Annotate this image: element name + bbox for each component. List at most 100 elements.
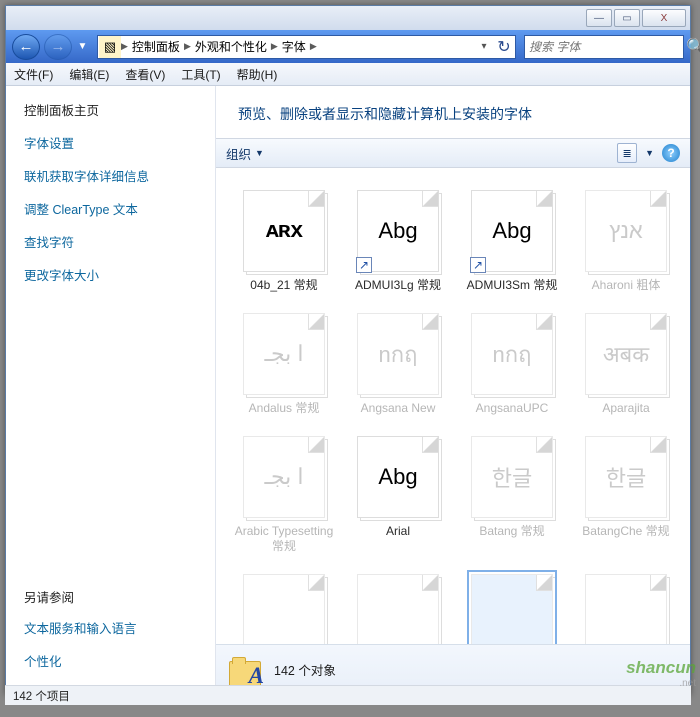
font-name: Aharoni 粗体 <box>592 278 661 293</box>
sidebar-item-personalization[interactable]: 个性化 <box>24 651 215 670</box>
explorer-window: — ▭ X ← → ▼ ▧ ▶ 控制面板 ▶ 外观和个性化 ▶ 字体 ▶ ▾ ↻… <box>5 5 691 695</box>
font-item[interactable] <box>230 574 338 644</box>
search-icon[interactable]: 🔍 <box>686 37 700 57</box>
font-thumbnail <box>243 574 325 644</box>
back-button[interactable]: ← <box>12 34 40 60</box>
shortcut-overlay-icon: ↗ <box>356 257 372 273</box>
font-name: ADMUI3Lg 常规 <box>355 278 441 293</box>
font-item[interactable]: 한글Batang 常规 <box>458 436 566 554</box>
chevron-right-icon[interactable]: ▶ <box>184 41 191 52</box>
search-input[interactable] <box>529 40 686 54</box>
minimize-button[interactable]: — <box>586 9 612 27</box>
shortcut-overlay-icon: ↗ <box>470 257 486 273</box>
organize-label: 组织 <box>226 144 251 163</box>
breadcrumb[interactable]: 字体 <box>278 38 310 55</box>
menu-help[interactable]: 帮助(H) <box>237 66 278 83</box>
main-pane: 预览、删除或者显示和隐藏计算机上安装的字体 组织 ▼ ≣ ▼ ? ᴀʀx 04b_… <box>216 86 690 694</box>
sidebar: 控制面板主页 字体设置 联机获取字体详细信息 调整 ClearType 文本 查… <box>6 86 216 694</box>
breadcrumb[interactable]: 外观和个性化 <box>191 38 271 55</box>
sidebar-item-find-char[interactable]: 查找字符 <box>24 232 215 251</box>
font-name: BatangChe 常规 <box>582 524 669 539</box>
chevron-right-icon[interactable]: ▶ <box>310 41 317 52</box>
font-item[interactable] <box>572 574 680 644</box>
font-name: Arabic Typesetting 常规 <box>234 524 334 554</box>
font-item[interactable]: nกฤ AngsanaUPC <box>458 313 566 416</box>
titlebar[interactable]: — ▭ X <box>6 6 690 30</box>
font-thumbnail <box>585 574 667 644</box>
sidebar-item-text-services[interactable]: 文本服务和输入语言 <box>24 618 215 637</box>
search-box[interactable]: 🔍 <box>524 35 684 59</box>
font-thumbnail: 한글 <box>585 436 667 518</box>
chevron-right-icon[interactable]: ▶ <box>271 41 278 52</box>
controlpanel-icon: ▧ <box>99 36 121 58</box>
font-item[interactable]: 한글 BatangChe 常规 <box>572 436 680 554</box>
sidebar-item-cleartype[interactable]: 调整 ClearType 文本 <box>24 199 215 218</box>
nav-toolbar: ← → ▼ ▧ ▶ 控制面板 ▶ 外观和个性化 ▶ 字体 ▶ ▾ ↻ 🔍 <box>6 30 690 63</box>
sidebar-home[interactable]: 控制面板主页 <box>24 100 215 119</box>
font-name: ADMUI3Sm 常规 <box>467 278 558 293</box>
font-thumbnail: Abg↗ <box>471 190 553 272</box>
font-item[interactable]: Abg↗ ADMUI3Lg 常规 <box>344 190 452 293</box>
chevron-down-icon[interactable]: ▼ <box>645 148 654 158</box>
help-icon[interactable]: ? <box>662 144 680 162</box>
font-item[interactable]: Abg↗ ADMUI3Sm 常规 <box>458 190 566 293</box>
font-thumbnail: अबक <box>585 313 667 395</box>
maximize-button[interactable]: ▭ <box>614 9 640 27</box>
font-item[interactable] <box>458 574 566 644</box>
forward-button[interactable]: → <box>44 34 72 60</box>
font-item[interactable]: Abg Arial <box>344 436 452 554</box>
font-thumbnail: Abg↗ <box>357 190 439 272</box>
organize-button[interactable]: 组织 ▼ <box>226 144 264 163</box>
font-item[interactable]: ا بجـ Andalus 常规 <box>230 313 338 416</box>
address-bar[interactable]: ▧ ▶ 控制面板 ▶ 外观和个性化 ▶ 字体 ▶ ▾ ↻ <box>97 35 516 59</box>
menu-file[interactable]: 文件(F) <box>14 66 53 83</box>
font-thumbnail: nกฤ <box>357 313 439 395</box>
font-thumbnail <box>357 574 439 644</box>
font-thumbnail: Abg <box>357 436 439 518</box>
font-item[interactable] <box>344 574 452 644</box>
menu-tools[interactable]: 工具(T) <box>181 66 220 83</box>
font-item[interactable]: nกฤ Angsana New <box>344 313 452 416</box>
font-name: Aparajita <box>602 401 649 416</box>
font-item[interactable]: अबक Aparajita <box>572 313 680 416</box>
refresh-button[interactable]: ↻ <box>493 37 515 57</box>
see-also-heading: 另请参阅 <box>24 587 215 606</box>
breadcrumb[interactable]: 控制面板 <box>128 38 184 55</box>
font-name: AngsanaUPC <box>476 401 549 416</box>
font-item[interactable]: אנץ Aharoni 粗体 <box>572 190 680 293</box>
menu-bar: 文件(F) 编辑(E) 查看(V) 工具(T) 帮助(H) <box>6 63 690 86</box>
command-bar: 组织 ▼ ≣ ▼ ? <box>216 138 690 168</box>
status-bar: 142 个项目 <box>5 685 691 705</box>
close-button[interactable]: X <box>642 9 686 27</box>
font-name: Angsana New <box>361 401 436 416</box>
font-name: Arial <box>386 524 410 539</box>
font-name: Andalus 常规 <box>249 401 320 416</box>
details-count: 142 个对象 <box>274 660 336 679</box>
sidebar-item-font-settings[interactable]: 字体设置 <box>24 133 215 152</box>
font-name: Batang 常规 <box>479 524 544 539</box>
sidebar-item-font-size[interactable]: 更改字体大小 <box>24 265 215 284</box>
menu-edit[interactable]: 编辑(E) <box>69 66 109 83</box>
sidebar-item-online-font-info[interactable]: 联机获取字体详细信息 <box>24 166 215 185</box>
font-item[interactable]: ᴀʀx 04b_21 常规 <box>230 190 338 293</box>
chevron-down-icon: ▼ <box>255 148 264 158</box>
font-list[interactable]: ᴀʀx04b_21 常规Abg↗ADMUI3Lg 常规Abg↗ADMUI3Sm … <box>216 168 690 644</box>
font-thumbnail: ᴀʀx <box>243 190 325 272</box>
font-thumbnail: nกฤ <box>471 313 553 395</box>
font-thumbnail: ا بجـ <box>243 436 325 518</box>
fonts-folder-icon: A <box>228 653 262 687</box>
font-thumbnail: אנץ <box>585 190 667 272</box>
body: 控制面板主页 字体设置 联机获取字体详细信息 调整 ClearType 文本 查… <box>6 86 690 694</box>
view-options-button[interactable]: ≣ <box>617 143 637 163</box>
font-name: 04b_21 常规 <box>250 278 317 293</box>
menu-view[interactable]: 查看(V) <box>125 66 165 83</box>
watermark: shancun.net <box>626 658 696 689</box>
font-thumbnail: ا بجـ <box>243 313 325 395</box>
page-title: 预览、删除或者显示和隐藏计算机上安装的字体 <box>216 86 690 138</box>
font-thumbnail <box>471 574 553 644</box>
font-item[interactable]: ا بجـ Arabic Typesetting 常规 <box>230 436 338 554</box>
address-dropdown[interactable]: ▾ <box>475 41 493 52</box>
nav-history-dropdown[interactable]: ▼ <box>76 41 89 52</box>
chevron-right-icon[interactable]: ▶ <box>121 41 128 52</box>
status-text: 142 个项目 <box>13 688 70 704</box>
